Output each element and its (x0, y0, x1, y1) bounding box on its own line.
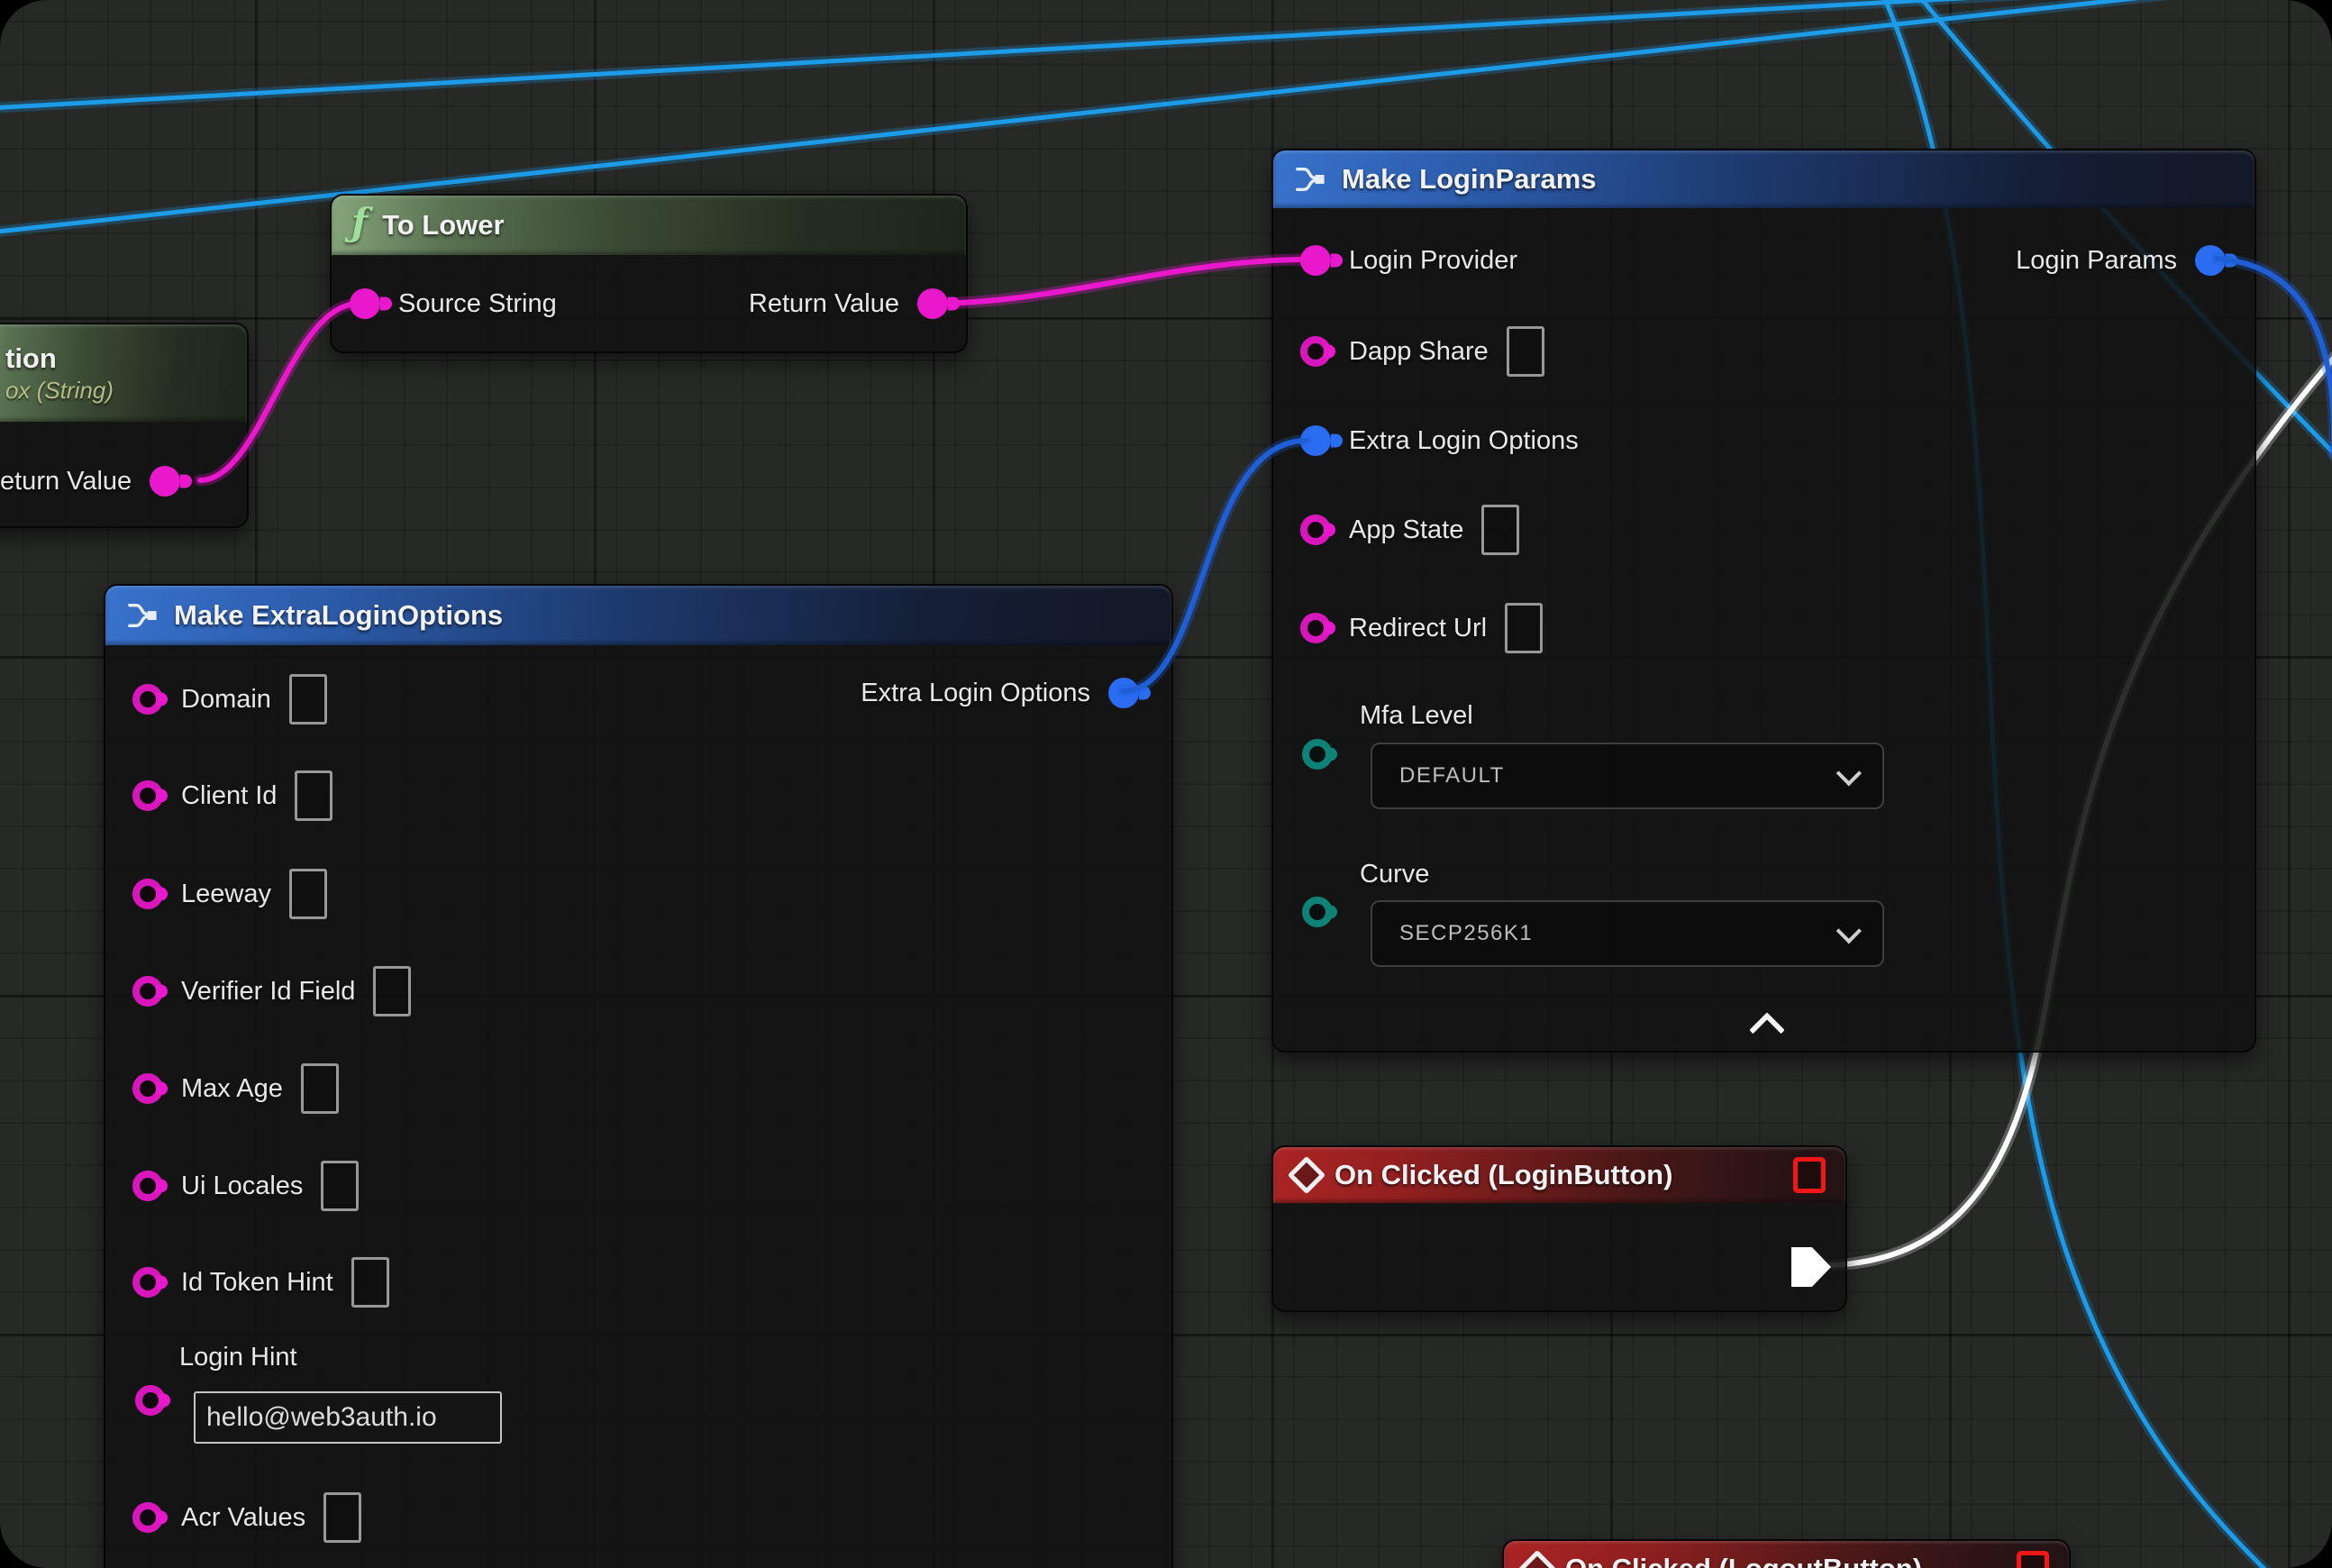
return-value-label: eturn Value (0, 467, 132, 497)
id-token-hint-value-field[interactable] (351, 1257, 389, 1308)
node-title: Make LoginParams (1342, 163, 1597, 196)
node-to-lower[interactable]: ƒ To Lower Source String Return Value (330, 194, 968, 353)
app-state-label: App State (1349, 515, 1463, 545)
dapp-share-pin[interactable] (1300, 336, 1331, 367)
login-hint-pin[interactable] (135, 1385, 166, 1416)
node-to-lower-header[interactable]: ƒ To Lower (332, 196, 966, 255)
extra-login-options-input-pin[interactable] (1300, 425, 1331, 456)
curve-label: Curve (1360, 860, 1429, 889)
chevron-down-icon (1836, 918, 1862, 944)
verifier-id-field-value-field[interactable] (373, 966, 411, 1016)
return-value-label: Return Value (749, 289, 899, 319)
delegate-pin-icon[interactable] (1793, 1157, 1826, 1193)
mfa-level-dropdown[interactable]: DEFAULT (1371, 743, 1884, 809)
app-state-pin[interactable] (1300, 515, 1331, 545)
acr-values-label: Acr Values (181, 1503, 305, 1533)
delegate-pin-icon[interactable] (2017, 1551, 2049, 1568)
return-value-output-pin[interactable] (150, 466, 180, 497)
leeway-label: Leeway (181, 880, 271, 909)
node-title: On Clicked (LoginButton) (1335, 1159, 1672, 1191)
source-string-label: Source String (398, 289, 557, 319)
client-id-label: Client Id (181, 781, 277, 811)
node-title-fragment: tion (5, 342, 57, 375)
source-string-input-pin[interactable] (350, 288, 380, 319)
acr-values-pin[interactable] (132, 1502, 163, 1533)
ui-locales-pin[interactable] (132, 1171, 163, 1201)
event-icon (1288, 1156, 1325, 1194)
id-token-hint-label: Id Token Hint (181, 1268, 333, 1298)
curve-value: SECP256K1 (1399, 921, 1533, 946)
login-params-output-label: Login Params (2016, 246, 2177, 276)
curve-dropdown[interactable]: SECP256K1 (1371, 900, 1884, 967)
acr-values-value-field[interactable] (323, 1492, 361, 1543)
max-age-pin[interactable] (132, 1073, 163, 1104)
node-make-extraloginoptions[interactable]: Make ExtraLoginOptions Extra Login Optio… (104, 584, 1173, 1568)
wire-blue-top-1 (0, 0, 2091, 108)
login-provider-pin[interactable] (1300, 245, 1331, 276)
max-age-value-field[interactable] (301, 1063, 339, 1114)
node-partial-function[interactable]: tion ox (String) eturn Value (0, 323, 249, 528)
dapp-share-value-field[interactable] (1507, 326, 1544, 377)
leeway-value-field[interactable] (289, 869, 327, 919)
id-token-hint-pin[interactable] (132, 1267, 163, 1298)
curve-pin[interactable] (1302, 897, 1333, 927)
redirect-url-label: Redirect Url (1349, 614, 1487, 643)
exec-output-pin[interactable] (1791, 1247, 1831, 1287)
return-value-output-pin[interactable] (917, 288, 948, 319)
wire-tolower-to-loginprovider (926, 260, 1308, 304)
domain-pin[interactable] (132, 684, 163, 715)
node-make-extraloginoptions-header[interactable]: Make ExtraLoginOptions (105, 586, 1171, 645)
collapse-node-chevron[interactable] (1749, 1012, 1785, 1048)
make-struct-icon (1293, 164, 1327, 195)
node-title: On Clicked (LogoutButton) (1565, 1553, 1922, 1568)
node-make-loginparams-header[interactable]: Make LoginParams (1273, 150, 2255, 208)
max-age-label: Max Age (181, 1074, 283, 1104)
verifier-id-field-label: Verifier Id Field (181, 977, 355, 1007)
login-hint-label: Login Hint (179, 1343, 297, 1372)
domain-label: Domain (181, 685, 271, 715)
domain-value-field[interactable] (289, 674, 327, 725)
event-icon (1518, 1550, 1556, 1568)
ui-locales-label: Ui Locales (181, 1171, 303, 1201)
dapp-share-label: Dapp Share (1349, 337, 1489, 367)
node-on-clicked-loginbutton-header[interactable]: On Clicked (LoginButton) (1273, 1147, 1845, 1203)
ui-locales-value-field[interactable] (321, 1161, 359, 1211)
login-provider-label: Login Provider (1349, 246, 1517, 276)
client-id-value-field[interactable] (295, 770, 332, 821)
mfa-level-label: Mfa Level (1360, 701, 1473, 731)
redirect-url-value-field[interactable] (1505, 603, 1543, 653)
mfa-level-value: DEFAULT (1399, 763, 1505, 789)
login-params-output-pin[interactable] (2195, 245, 2226, 276)
redirect-url-pin[interactable] (1300, 613, 1331, 643)
app-state-value-field[interactable] (1481, 505, 1519, 555)
extra-login-options-output-label: Extra Login Options (861, 679, 1090, 708)
node-title: To Lower (382, 209, 504, 242)
make-struct-icon (125, 600, 159, 631)
node-on-clicked-logoutbutton-header[interactable]: On Clicked (LogoutButton) (1504, 1541, 2069, 1568)
verifier-id-field-pin[interactable] (132, 976, 163, 1007)
client-id-pin[interactable] (132, 780, 163, 811)
extra-login-options-output-pin[interactable] (1108, 678, 1139, 708)
blueprint-canvas[interactable]: tion ox (String) eturn Value ƒ To Lower … (0, 0, 2332, 1568)
node-partial-function-header[interactable]: tion ox (String) (0, 324, 247, 422)
function-icon: ƒ (351, 204, 368, 242)
node-on-clicked-logoutbutton[interactable]: On Clicked (LogoutButton) (1502, 1539, 2071, 1568)
node-subtitle-fragment: ox (String) (5, 377, 114, 405)
node-title: Make ExtraLoginOptions (174, 599, 503, 632)
mfa-level-pin[interactable] (1302, 739, 1333, 770)
leeway-pin[interactable] (132, 879, 163, 909)
node-make-loginparams[interactable]: Make LoginParams Login Params Login Prov… (1271, 149, 2256, 1053)
node-on-clicked-loginbutton[interactable]: On Clicked (LoginButton) (1271, 1145, 1847, 1312)
login-hint-input[interactable] (194, 1391, 502, 1444)
extra-login-options-label: Extra Login Options (1349, 426, 1579, 456)
chevron-down-icon (1836, 761, 1862, 786)
